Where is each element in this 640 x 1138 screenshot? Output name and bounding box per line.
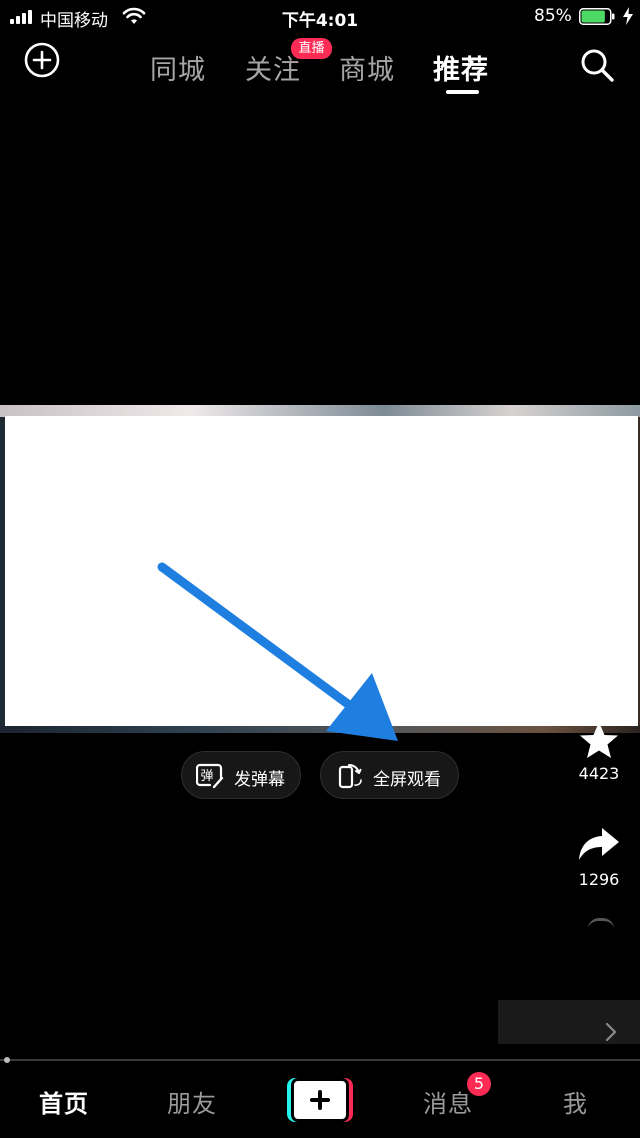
tab-messages[interactable]: 消息 [423,1084,473,1119]
video-info-redacted [5,1000,498,1044]
plus-icon [318,1090,322,1110]
danmaku-icon: 弹 [196,763,224,789]
share-button[interactable]: 1296 [559,822,639,889]
send-danmaku-label: 发弹幕 [234,770,285,790]
live-badge: 直播 [291,38,332,59]
tab-friends[interactable]: 朋友 [167,1084,217,1119]
video-info-bar[interactable] [5,1000,640,1044]
plus-circle-icon[interactable] [24,42,60,78]
tab-same-city[interactable]: 同城 [150,48,206,87]
battery-icon [579,8,615,25]
active-tab-indicator [446,90,479,94]
fullscreen-label: 全屏观看 [373,770,441,790]
message-count-badge: 5 [467,1072,491,1096]
rotate-phone-icon [338,763,362,789]
search-icon[interactable] [578,46,616,84]
share-count: 1296 [578,870,620,889]
tab-recommend[interactable]: 推荐 [433,48,489,87]
bottom-tab-bar: 首页 朋友 消息 5 我 [0,1064,640,1138]
fullscreen-button[interactable]: 全屏观看 [320,751,459,799]
share-arrow-icon [579,828,619,860]
video-progress-handle[interactable] [4,1057,10,1063]
send-danmaku-button[interactable]: 弹 发弹幕 [181,751,301,799]
battery-percentage: 85% [534,6,572,26]
chevron-right-icon[interactable] [604,1021,618,1043]
charging-bolt-icon [623,7,633,25]
status-bar: 中国移动 下午4:01 85% [0,0,640,34]
tab-me[interactable]: 我 [563,1084,588,1119]
favorite-button[interactable]: 4423 [559,720,639,783]
create-video-button[interactable] [287,1078,353,1122]
annotation-arrow-icon [157,562,398,741]
tab-home[interactable]: 首页 [39,1084,89,1119]
favorite-count: 4423 [578,764,620,783]
tab-mall[interactable]: 商城 [339,48,395,87]
music-disc-icon[interactable] [588,918,614,929]
top-navigation: 同城 关注 直播 商城 推荐 [0,34,640,104]
video-progress-bar[interactable] [0,1059,640,1061]
star-icon [580,722,618,758]
danmaku-icon-char: 弹 [201,769,214,784]
